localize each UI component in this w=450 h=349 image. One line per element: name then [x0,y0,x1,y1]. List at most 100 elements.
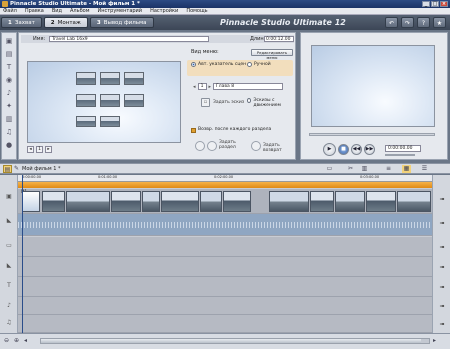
zoom-out-icon[interactable]: ⊖ [4,337,9,344]
title-track[interactable] [18,277,432,297]
premium-icon[interactable]: ★ [433,17,446,28]
split-icon[interactable]: ✂ [346,165,355,173]
overlay-audio-toggle-icon[interactable]: ◂▪ [436,263,448,271]
menu-view[interactable]: Вид [52,8,62,14]
title-track-toggle-icon[interactable]: ◂▪ [436,283,448,291]
photo-tool-icon[interactable]: ▤ [4,49,14,59]
title-track-icon[interactable]: T [4,281,14,291]
menu-album[interactable]: Альбом [70,8,89,14]
tab-make-movie[interactable]: 3 Вывод фильма [89,17,154,28]
music-track-toggle-icon[interactable]: ◂▪ [436,320,448,328]
effects-tool-icon[interactable]: ✦ [4,101,14,111]
dvd-mode-button[interactable]: ■ [338,144,349,155]
play-button[interactable]: ▶ [323,143,336,156]
menu-settings[interactable]: Настройки [150,8,178,14]
video-track-audio-toggle-icon[interactable]: ◂▪ [436,195,448,203]
name-field[interactable]: Travel Lab 16x9 [49,36,209,42]
chapter-thumbnail[interactable] [100,116,120,127]
chapter-thumbnail[interactable] [100,72,120,85]
video-clip[interactable] [66,191,110,212]
overlay-audio-track[interactable] [18,257,432,277]
video-clip[interactable] [223,191,251,212]
storyboard-icon[interactable]: ▤ [3,165,12,173]
tab-capture[interactable]: 1 Захват [1,17,42,28]
video-clip[interactable] [366,191,396,212]
page-prev-button[interactable]: ◂ [27,146,34,153]
chapter-thumbnail[interactable] [124,94,144,107]
menu-preview[interactable] [27,61,181,143]
menu-toolbox[interactable]: Инструментарий [97,8,142,14]
menu-clip[interactable] [22,191,40,212]
storyboard-view-icon[interactable]: ▦ [402,165,411,173]
transition-tool-icon[interactable]: ▥ [4,114,14,124]
zoom-in-icon[interactable]: ⊕ [14,337,19,344]
menu-file[interactable]: Файл [3,8,17,14]
delete-icon[interactable]: ▥ [360,165,369,173]
video-track[interactable]: M1 [18,189,432,214]
video-clip[interactable] [42,191,65,212]
scroll-right-icon[interactable]: ▸ [433,337,436,344]
video-clip[interactable] [397,191,431,212]
timeline-scrollbar[interactable] [40,338,430,344]
minimize-button[interactable]: _ [422,1,430,7]
menu-help[interactable]: Помощь [186,8,207,14]
overlay-toggle-icon[interactable]: ◂▪ [436,243,448,251]
chapter-thumbnail[interactable] [100,94,120,107]
sound-effect-track[interactable] [18,297,432,315]
chapter-number[interactable]: 1 [197,83,207,90]
set-chapter-icon[interactable] [207,141,217,151]
set-thumbnail-button[interactable]: ▫ [201,98,210,107]
chapter-prev-icon[interactable]: ◂ [193,84,196,90]
video-clip[interactable] [200,191,222,212]
sound-tool-icon[interactable]: ♪ [4,88,14,98]
chapter-title-field[interactable]: Глава 8 [213,83,284,90]
sound-effect-track-icon[interactable]: ♪ [4,301,14,311]
chapter-thumbnail[interactable] [124,72,144,85]
help-icon[interactable]: ? [417,17,430,28]
music-track[interactable] [18,315,432,333]
radio-manual[interactable]: Ручной [247,62,271,67]
duration-field[interactable]: 0:00:12.00 [264,36,294,42]
title-tool-icon[interactable]: T [4,62,14,72]
timeline-view-icon[interactable]: ≡ [384,165,393,173]
chapter-thumbnail[interactable] [76,116,96,127]
return-after-chapter-checkbox[interactable]: Возвр. после каждого раздела [191,127,271,133]
video-clip[interactable] [111,191,141,212]
motion-thumbs-checkbox[interactable]: Эскизы с движением [247,98,293,108]
tab-edit[interactable]: 2 Монтаж [43,17,88,28]
playhead[interactable] [22,175,23,333]
overlay-video-track[interactable] [18,237,432,257]
text-view-icon[interactable]: ☰ [420,165,429,173]
video-clip[interactable] [335,191,365,212]
video-track-icon[interactable]: ▣ [4,192,14,202]
undo-icon[interactable]: ↶ [385,17,398,28]
overlay-audio-icon[interactable]: ◣ [4,261,14,271]
menu-edit[interactable]: Правка [25,8,44,14]
redo-icon[interactable]: ↷ [401,17,414,28]
disc-menu-icon[interactable]: ◉ [4,75,14,85]
playback-scrubber[interactable] [309,133,435,136]
music-tool-icon[interactable]: ♫ [4,127,14,137]
chapter-next-icon[interactable]: ▸ [209,84,212,90]
scene-view-icon[interactable]: ▭ [325,165,334,173]
rewind-button[interactable]: ◀◀ [351,144,362,155]
video-clip[interactable] [161,191,199,212]
audio-track-icon[interactable]: ◣ [4,216,14,226]
timeline-ruler[interactable]: 0:00:00.00 0:01:00.00 0:02:00.00 0:03:00… [18,175,432,182]
music-track-icon[interactable]: ♫ [4,318,14,328]
audio-track[interactable] [18,214,432,236]
video-clip[interactable] [269,191,309,212]
video-clip[interactable] [142,191,160,212]
edit-menu-button[interactable]: Редактировать меню [251,49,293,60]
overlay-track-icon[interactable]: ▭ [4,241,14,251]
volume-slider[interactable] [385,154,415,156]
set-chapter-prev-icon[interactable] [195,141,205,151]
video-clip[interactable] [310,191,334,212]
timecode-field[interactable]: 0:00:00.00 [385,145,421,152]
audio-track-toggle-icon[interactable]: ◂▪ [436,219,448,227]
set-return-icon[interactable] [251,141,261,151]
chapter-thumbnail[interactable] [76,72,96,85]
video-tool-icon[interactable]: ▣ [4,36,14,46]
chapter-thumbnail[interactable] [76,94,96,107]
player-screen[interactable] [311,45,435,127]
